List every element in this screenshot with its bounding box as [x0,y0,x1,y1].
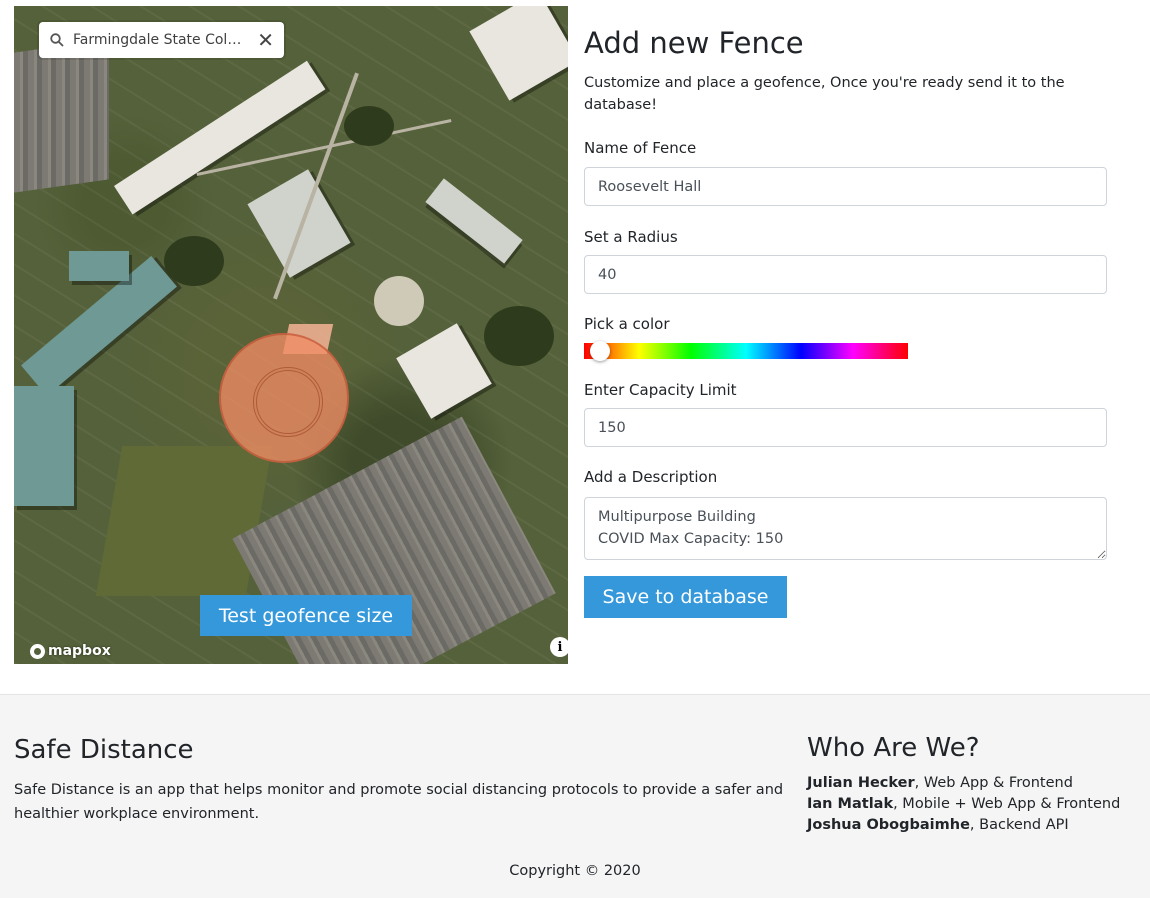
building [396,323,492,419]
fence-name-label: Name of Fence [584,139,697,157]
team-member: Ian Matlak, Mobile + Web App & Frontend [807,794,1120,815]
map-search-input[interactable] [73,32,243,48]
info-icon[interactable]: i [550,637,568,657]
form-title: Add new Fence [584,26,804,60]
building [14,386,74,506]
tree-cluster [164,236,224,286]
footer-title: Safe Distance [14,735,194,765]
description-textarea[interactable]: Multipurpose Building COVID Max Capacity… [584,497,1107,560]
description-label: Add a Description [584,468,718,486]
fence-name-input[interactable] [584,167,1107,206]
capacity-label: Enter Capacity Limit [584,381,737,399]
team-list: Julian Hecker, Web App & Frontend Ian Ma… [807,773,1120,836]
building [469,6,568,101]
geofence-circle[interactable] [219,333,349,463]
color-label: Pick a color [584,315,670,333]
team-member-name: Joshua Obogbaimhe [807,817,970,833]
who-are-we-title: Who Are We? [807,733,980,763]
test-geofence-size-button[interactable]: Test geofence size [200,595,412,636]
hue-slider-thumb[interactable] [590,341,611,361]
hue-slider[interactable] [584,341,908,361]
tree-cluster [484,306,554,366]
athletic-field [95,446,273,596]
team-member: Joshua Obogbaimhe, Backend API [807,815,1120,836]
map-search-box[interactable]: ✕ [39,22,284,58]
mapbox-logo-text: mapbox [48,643,111,659]
radius-input[interactable] [584,255,1107,294]
radius-label: Set a Radius [584,228,678,246]
mapbox-logo[interactable]: mapbox [30,643,111,659]
add-fence-form: Add new Fence Customize and place a geof… [584,24,1107,618]
form-intro: Customize and place a geofence, Once you… [584,75,1065,113]
mapbox-logo-icon [30,643,45,659]
capacity-input[interactable] [584,408,1107,447]
team-member-role: , Mobile + Web App & Frontend [893,796,1121,812]
parking-lot [14,39,109,193]
building [69,251,129,281]
team-member-role: , Web App & Frontend [914,775,1073,791]
building [425,178,523,264]
tree-cluster [344,106,394,146]
save-to-database-button[interactable]: Save to database [584,576,787,618]
plaza [374,276,424,326]
close-icon[interactable]: ✕ [257,30,274,50]
search-icon [49,32,65,48]
footer-about: Safe Distance is an app that helps monit… [14,782,784,822]
team-member: Julian Hecker, Web App & Frontend [807,773,1120,794]
copyright: Copyright © 2020 [509,863,641,879]
team-member-name: Ian Matlak [807,796,894,812]
map-view[interactable]: ✕ Test geofence size mapbox i [14,6,568,664]
footer: Safe Distance Safe Distance is an app th… [0,694,1150,898]
team-member-role: , Backend API [969,817,1069,833]
team-member-name: Julian Hecker [807,775,915,791]
